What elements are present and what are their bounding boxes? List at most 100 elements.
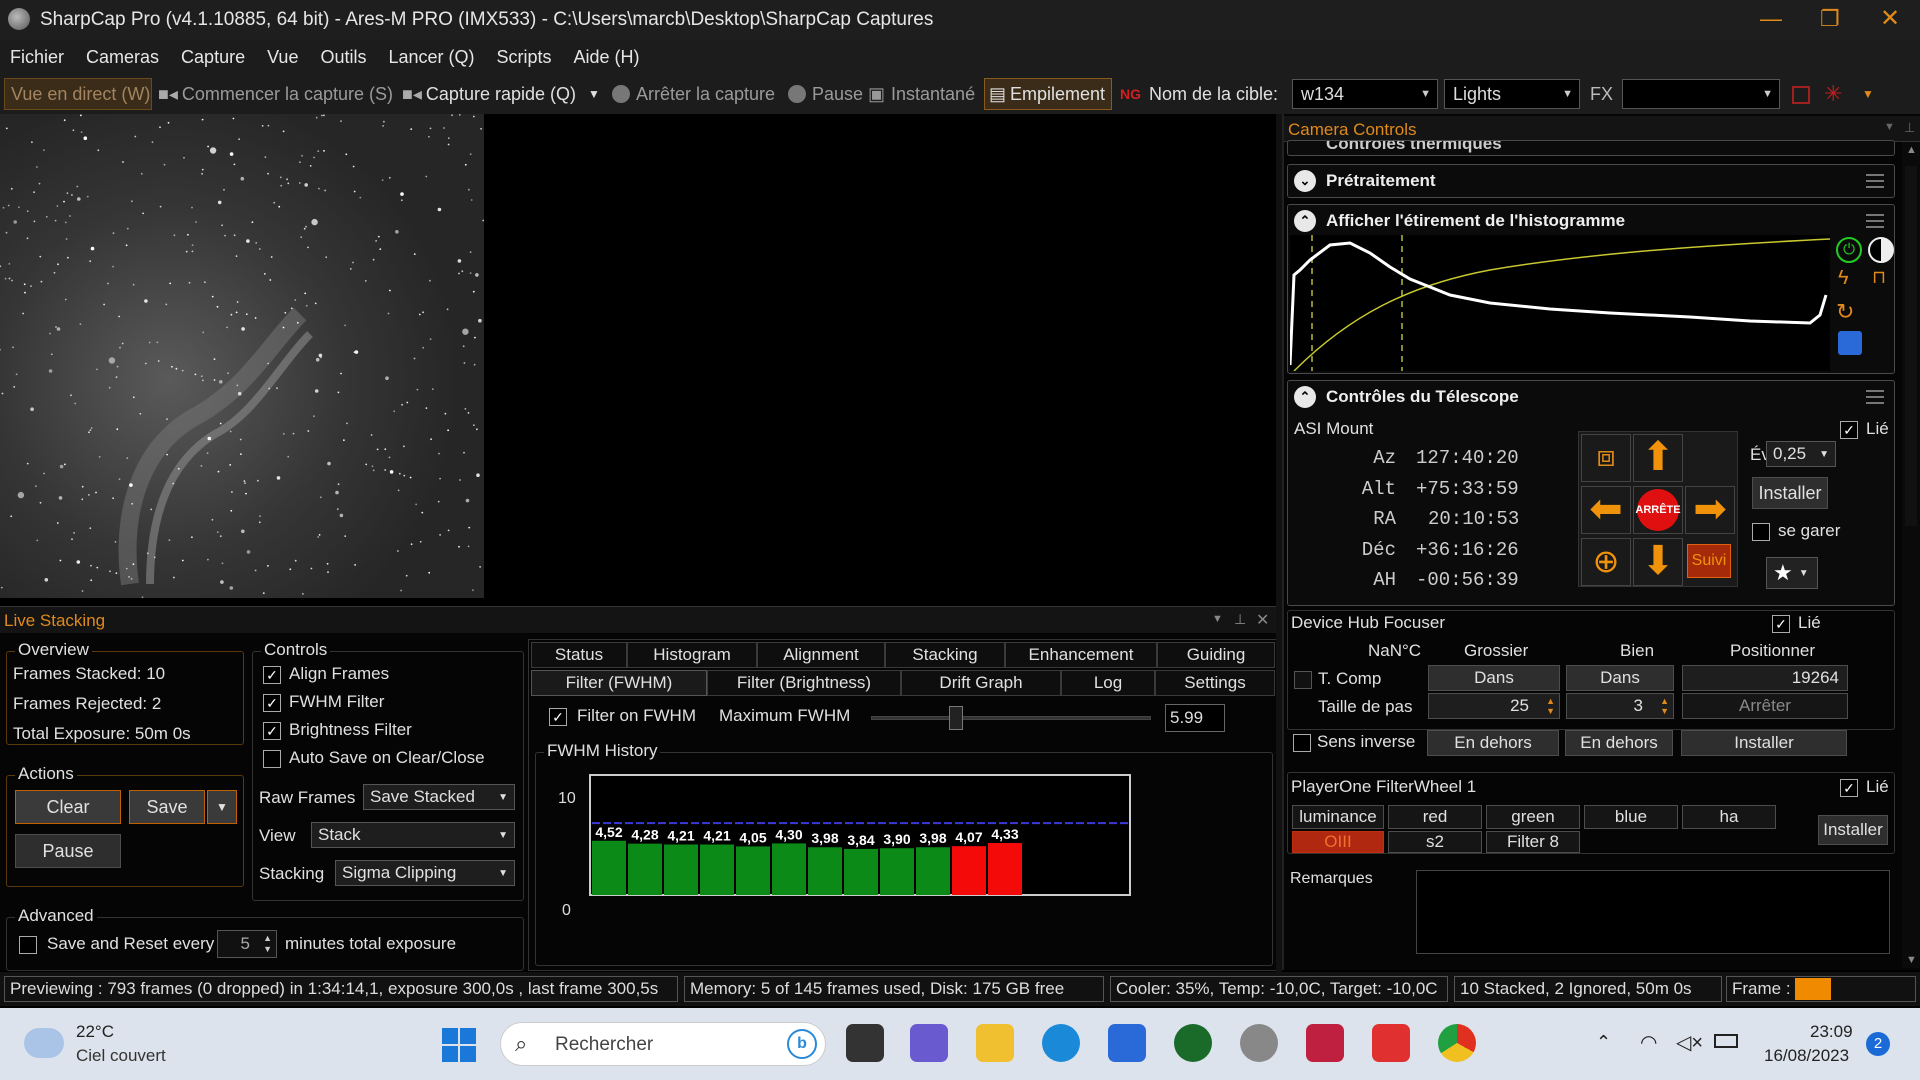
filter-8[interactable]: Filter 8	[1486, 831, 1580, 853]
save-dropdown-button[interactable]: ▼	[207, 790, 237, 824]
panel-splitter[interactable]	[1276, 114, 1282, 972]
start-capture-button[interactable]: ■◂ Commencer la capture (S)	[158, 78, 393, 110]
menu-lancer[interactable]: Lancer (Q)	[388, 47, 474, 68]
fine-out-button[interactable]: En dehors	[1565, 730, 1673, 756]
panel-menu-icon[interactable]: ▼	[1212, 613, 1223, 625]
tab-enhancement[interactable]: Enhancement	[1005, 642, 1157, 668]
close-button[interactable]: ✕	[1880, 4, 1900, 33]
filter-blue[interactable]: blue	[1584, 805, 1678, 829]
section-menu-icon[interactable]	[1866, 214, 1884, 228]
search-box[interactable]: ⌕ Rechercher b	[500, 1022, 826, 1066]
chrome-icon[interactable]	[1438, 1024, 1476, 1062]
fx-select[interactable]: ▼	[1622, 79, 1780, 109]
clock-time[interactable]: 23:09	[1810, 1022, 1853, 1042]
volume-muted-icon[interactable]: ◁×	[1676, 1030, 1703, 1055]
filter-green[interactable]: green	[1486, 805, 1580, 829]
histogram-power-icon[interactable]: ⏻	[1836, 237, 1862, 263]
task-view-icon[interactable]	[846, 1024, 884, 1062]
star-select[interactable]: ★ ▼	[1766, 557, 1818, 589]
chevron-up-icon[interactable]: ⌃	[1294, 210, 1316, 232]
sharpcap-icon[interactable]	[1240, 1024, 1278, 1062]
wifi-icon[interactable]: ◠	[1640, 1030, 1657, 1055]
preprocessing-title[interactable]: Prétraitement	[1326, 171, 1436, 191]
weather-cloud-icon[interactable]	[24, 1028, 64, 1058]
restore-button[interactable]: ❐	[1820, 6, 1840, 32]
anydesk-icon[interactable]	[1372, 1024, 1410, 1062]
tab-histogram[interactable]: Histogram	[627, 642, 757, 668]
mount-install-button[interactable]: Installer	[1752, 477, 1828, 509]
filterwheel-linked-checkbox[interactable]: ✓	[1840, 779, 1858, 797]
save-reset-checkbox[interactable]	[19, 936, 37, 954]
toolbar-overflow-icon[interactable]: ▼	[1862, 78, 1874, 110]
store-icon[interactable]	[1108, 1024, 1146, 1062]
arrow-down-icon[interactable]: ⬇	[1633, 538, 1683, 586]
tab-drift-graph[interactable]: Drift Graph	[901, 670, 1061, 696]
focuser-stop-button[interactable]: Arrêter	[1682, 693, 1848, 719]
arrow-right-icon[interactable]: ➡	[1685, 486, 1735, 534]
snapshot-button[interactable]: ▣ Instantané	[868, 78, 975, 110]
clock-date[interactable]: 16/08/2023	[1764, 1046, 1849, 1066]
phd-guiding-icon[interactable]	[1174, 1024, 1212, 1062]
tab-filter-fwhm[interactable]: Filter (FWHM)	[531, 670, 707, 696]
edge-browser-icon[interactable]	[1042, 1024, 1080, 1062]
filter-fwhm-checkbox[interactable]: ✓	[549, 708, 567, 726]
sun-target-icon[interactable]: ⊕	[1581, 538, 1631, 586]
park-checkbox[interactable]	[1752, 523, 1770, 541]
target-name-select[interactable]: w134 ▼	[1292, 79, 1438, 109]
menu-capture[interactable]: Capture	[181, 47, 245, 68]
clear-button[interactable]: Clear	[15, 790, 121, 824]
tcomp-checkbox[interactable]	[1294, 671, 1312, 689]
section-menu-icon[interactable]	[1866, 390, 1884, 404]
pin-icon[interactable]: ⊥	[1904, 120, 1915, 136]
max-fwhm-input[interactable]: 5.99	[1165, 704, 1225, 732]
mount-linked-checkbox[interactable]: ✓	[1840, 421, 1858, 439]
histogram-graph[interactable]	[1290, 235, 1830, 371]
position-input[interactable]: 19264	[1682, 665, 1848, 691]
tab-log[interactable]: Log	[1061, 670, 1155, 696]
astro-app-icon[interactable]	[1306, 1024, 1344, 1062]
panel-menu-icon[interactable]: ▼	[1884, 121, 1895, 133]
notes-textarea[interactable]	[1416, 870, 1890, 954]
stacking-button[interactable]: ▤ Empilement	[984, 78, 1112, 110]
filter-ha[interactable]: ha	[1682, 805, 1776, 829]
filter-luminance[interactable]: luminance	[1292, 805, 1384, 829]
contrast-icon[interactable]	[1868, 237, 1894, 263]
save-icon[interactable]	[1838, 331, 1862, 355]
start-windows-icon[interactable]	[442, 1028, 476, 1062]
stacking-select[interactable]: Sigma Clipping ▼	[335, 860, 515, 886]
menu-aide[interactable]: Aide (H)	[574, 47, 640, 68]
histogram-title[interactable]: Afficher l'étirement de l'histogramme	[1326, 211, 1625, 231]
stop-capture-button[interactable]: Arrêter la capture	[612, 78, 775, 110]
menu-scripts[interactable]: Scripts	[497, 47, 552, 68]
quick-capture-button[interactable]: ■◂ Capture rapide (Q) ▼	[402, 78, 600, 110]
record-icon[interactable]	[1792, 86, 1810, 104]
fine-step-input[interactable]: 3 ▲ ▼	[1566, 693, 1674, 719]
file-explorer-icon[interactable]	[976, 1024, 1014, 1062]
tab-status[interactable]: Status	[531, 642, 627, 668]
coarse-step-input[interactable]: 25 ▲ ▼	[1428, 693, 1560, 719]
view-select[interactable]: Stack ▼	[311, 822, 515, 848]
slider-thumb[interactable]	[948, 706, 963, 730]
chevron-up-icon[interactable]: ⌃	[1294, 386, 1316, 408]
menu-vue[interactable]: Vue	[267, 47, 298, 68]
align-frames-checkbox[interactable]: ✓	[263, 666, 281, 684]
lightning-icon[interactable]: ϟ	[1838, 267, 1849, 290]
tab-guiding[interactable]: Guiding	[1157, 642, 1275, 668]
minimize-button[interactable]: —	[1760, 6, 1782, 32]
close-icon[interactable]: ✕	[1256, 610, 1269, 630]
menu-cameras[interactable]: Cameras	[86, 47, 159, 68]
menu-fichier[interactable]: Fichier	[10, 47, 64, 68]
chevron-down-icon[interactable]: ⌄	[1294, 170, 1316, 192]
tray-chevron-icon[interactable]: ⌃	[1596, 1032, 1611, 1053]
lock-icon[interactable]: ⊓	[1872, 267, 1886, 288]
reset-icon[interactable]: ↻	[1836, 299, 1854, 325]
thermal-title[interactable]: Contrôles thermiques	[1326, 141, 1502, 154]
stepper-icon[interactable]: ▲ ▼	[1660, 696, 1669, 716]
raw-frames-select[interactable]: Save Stacked ▼	[363, 784, 515, 810]
spiral-icon[interactable]: ⧈	[1581, 434, 1631, 482]
live-view-button[interactable]: Vue en direct (W)	[4, 78, 152, 110]
menu-outils[interactable]: Outils	[320, 47, 366, 68]
frame-type-select[interactable]: Lights ▼	[1444, 79, 1580, 109]
tab-stacking[interactable]: Stacking	[885, 642, 1005, 668]
pause-stacking-button[interactable]: Pause	[15, 834, 121, 868]
